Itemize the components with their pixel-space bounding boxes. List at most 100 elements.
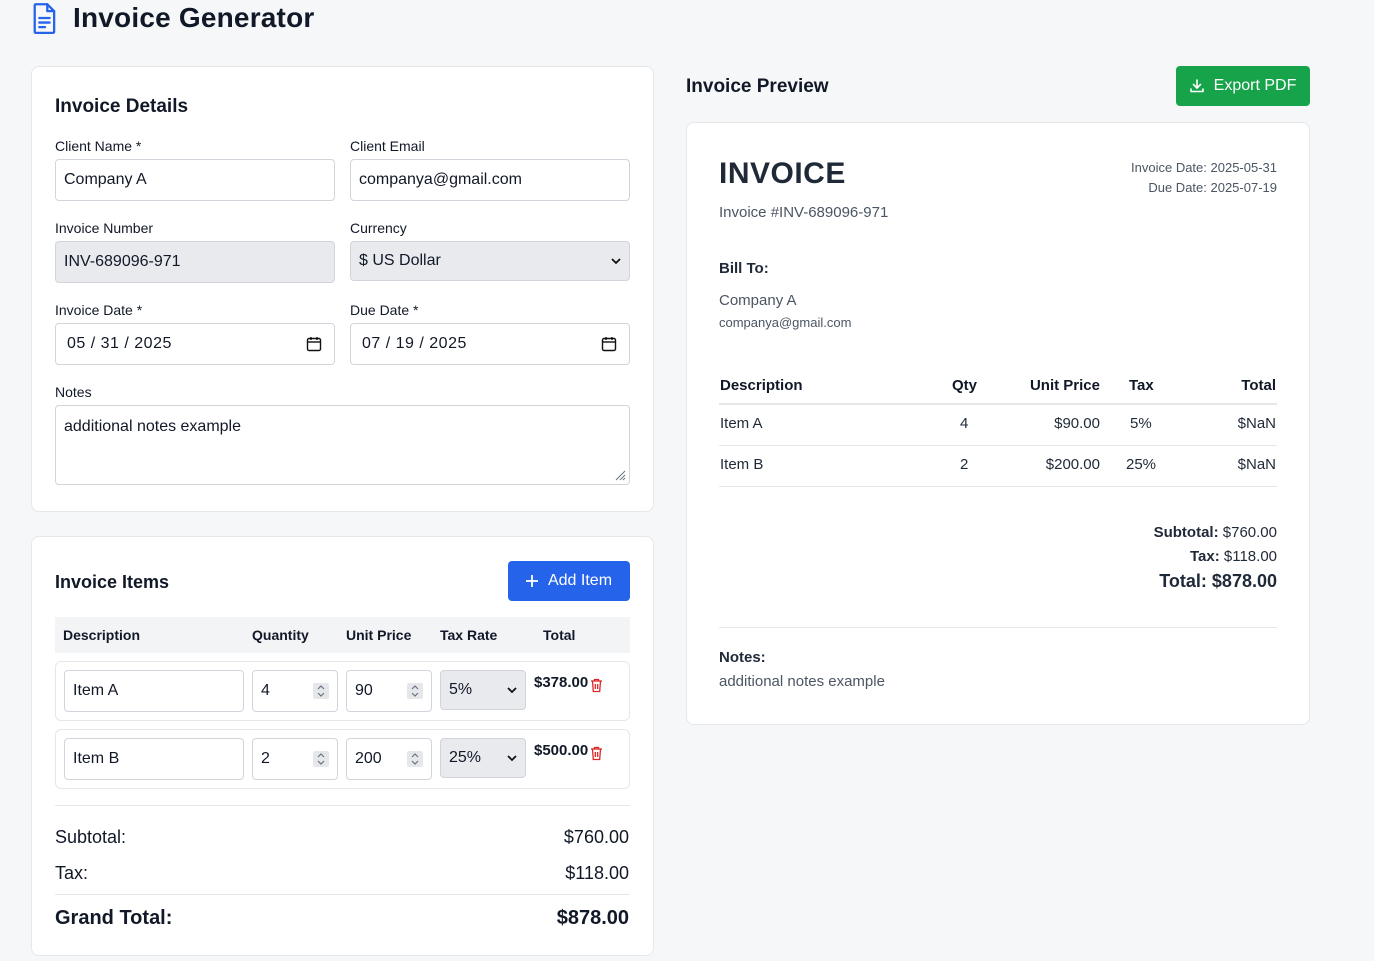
client-name-value: Company A bbox=[64, 171, 147, 188]
trash-icon[interactable] bbox=[590, 678, 603, 693]
export-pdf-label: Export PDF bbox=[1213, 77, 1297, 94]
trash-icon[interactable] bbox=[590, 746, 603, 761]
preview-notes-divider bbox=[719, 627, 1277, 628]
due-date-input[interactable]: 07 / 19 / 2025 bbox=[350, 323, 630, 365]
item-description-value: Item B bbox=[73, 750, 120, 767]
invoice-number-value: INV-689096-971 bbox=[64, 253, 181, 270]
preview-row-total: $NaN bbox=[1237, 456, 1276, 473]
currency-select[interactable]: $ US Dollar bbox=[350, 241, 630, 281]
items-title: Invoice Items bbox=[55, 572, 170, 592]
client-email-label: Client Email bbox=[350, 138, 425, 154]
header-quantity: Quantity bbox=[252, 627, 309, 643]
currency-value: $ US Dollar bbox=[359, 252, 441, 269]
bill-to-email: companya@gmail.com bbox=[719, 315, 852, 330]
invoice-title: INVOICE bbox=[719, 157, 846, 190]
item-unit-price-input[interactable]: 90 bbox=[346, 670, 432, 712]
header-total: Total bbox=[543, 627, 576, 643]
quantity-stepper[interactable] bbox=[313, 683, 329, 699]
notes-value: additional notes example bbox=[64, 418, 242, 435]
client-email-input[interactable]: companya@gmail.com bbox=[350, 159, 630, 201]
item-quantity-input[interactable]: 2 bbox=[252, 738, 338, 780]
download-icon bbox=[1189, 79, 1204, 93]
preview-subtotal-label: Subtotal: bbox=[1153, 524, 1219, 541]
invoice-number-label: Invoice Number bbox=[55, 220, 154, 236]
preview-items-table: Description Qty Unit Price Tax Total Ite… bbox=[719, 367, 1277, 487]
item-total: $500.00 bbox=[534, 742, 589, 759]
preview-tax-value: $118.00 bbox=[1223, 548, 1277, 565]
item-row: Item B 2 200 25% $500.00 bbox=[55, 729, 630, 789]
preview-notes-text: additional notes example bbox=[719, 673, 885, 690]
preview-dates: Invoice Date: 2025-05-31 Due Date: 2025-… bbox=[1131, 158, 1277, 198]
preview-subtotal-value: $760.00 bbox=[1222, 524, 1277, 541]
preview-total-label: Total: bbox=[1159, 571, 1207, 591]
document-icon bbox=[31, 2, 59, 34]
preview-row-unit-price: $200.00 bbox=[1045, 456, 1100, 473]
preview-total-value: $878.00 bbox=[1211, 571, 1277, 591]
item-tax-rate-select[interactable]: 25% bbox=[440, 738, 526, 778]
add-item-label: Add Item bbox=[547, 572, 613, 589]
details-title: Invoice Details bbox=[55, 96, 189, 117]
items-table-header: Description Quantity Unit Price Tax Rate… bbox=[55, 617, 630, 653]
preview-row-qty: 2 bbox=[960, 456, 969, 473]
calendar-icon[interactable] bbox=[306, 336, 322, 352]
item-tax-rate-select[interactable]: 5% bbox=[440, 670, 526, 710]
due-date-value: 07 / 19 / 2025 bbox=[362, 335, 467, 352]
item-tax-rate-value: 25% bbox=[449, 749, 482, 766]
notes-label: Notes bbox=[55, 384, 92, 400]
resize-handle-icon[interactable] bbox=[614, 469, 626, 481]
preview-row-tax: 5% bbox=[1130, 415, 1152, 432]
export-pdf-button[interactable]: Export PDF bbox=[1176, 66, 1310, 106]
preview-header-tax: Tax bbox=[1129, 377, 1154, 394]
item-unit-price-value: 90 bbox=[355, 682, 373, 699]
item-unit-price-input[interactable]: 200 bbox=[346, 738, 432, 780]
subtotal-label: Subtotal: bbox=[55, 827, 127, 847]
summary-divider bbox=[55, 805, 630, 806]
grand-total-value: $878.00 bbox=[556, 907, 629, 929]
invoice-preview-card: INVOICE Invoice #INV-689096-971 Invoice … bbox=[686, 122, 1310, 725]
invoice-date-label: Invoice Date * bbox=[55, 302, 143, 318]
preview-invoice-number: Invoice #INV-689096-971 bbox=[719, 204, 889, 221]
app-title: Invoice Generator bbox=[73, 2, 315, 33]
invoice-number-input: INV-689096-971 bbox=[55, 241, 335, 283]
preview-row-unit-price: $90.00 bbox=[1054, 415, 1100, 432]
preview-row-description: Item A bbox=[720, 415, 763, 432]
preview-table-row: Item A 4 $90.00 5% $NaN bbox=[719, 405, 1277, 446]
chevron-down-icon bbox=[507, 755, 517, 762]
bill-to-name: Company A bbox=[719, 292, 797, 309]
item-quantity-value: 4 bbox=[261, 682, 270, 699]
unit-price-stepper[interactable] bbox=[407, 751, 423, 767]
calendar-icon[interactable] bbox=[601, 336, 617, 352]
preview-subtotal: Subtotal: $760.00 bbox=[1154, 524, 1277, 541]
preview-row-qty: 4 bbox=[960, 415, 969, 432]
preview-table-row: Item B 2 $200.00 25% $NaN bbox=[719, 446, 1277, 487]
client-email-value: companya@gmail.com bbox=[359, 171, 522, 188]
invoice-date-input[interactable]: 05 / 31 / 2025 bbox=[55, 323, 335, 365]
quantity-stepper[interactable] bbox=[313, 751, 329, 767]
bill-to-label: Bill To: bbox=[719, 260, 769, 277]
item-total: $378.00 bbox=[534, 674, 589, 691]
item-description-input[interactable]: Item A bbox=[64, 670, 244, 712]
item-quantity-input[interactable]: 4 bbox=[252, 670, 338, 712]
unit-price-stepper[interactable] bbox=[407, 683, 423, 699]
item-quantity-value: 2 bbox=[261, 750, 270, 767]
item-tax-rate-value: 5% bbox=[449, 681, 473, 698]
due-date-label: Due Date * bbox=[350, 302, 419, 318]
header-tax-rate: Tax Rate bbox=[440, 627, 498, 643]
preview-total: Total: $878.00 bbox=[1159, 571, 1277, 592]
item-unit-price-value: 200 bbox=[355, 750, 382, 767]
preview-header-total: Total bbox=[1241, 377, 1276, 394]
add-item-button[interactable]: Add Item bbox=[508, 561, 630, 601]
invoice-details-card: Invoice Details Client Name * Company A … bbox=[31, 66, 654, 512]
item-description-input[interactable]: Item B bbox=[64, 738, 244, 780]
client-name-input[interactable]: Company A bbox=[55, 159, 335, 201]
plus-icon bbox=[525, 575, 538, 587]
subtotal-value: $760.00 bbox=[563, 827, 629, 847]
header-unit-price: Unit Price bbox=[346, 627, 412, 643]
item-row: Item A 4 90 5% $378.00 bbox=[55, 661, 630, 721]
grand-total-label: Grand Total: bbox=[55, 907, 173, 929]
preview-header-unit-price: Unit Price bbox=[1029, 377, 1100, 394]
currency-label: Currency bbox=[350, 220, 407, 236]
notes-textarea[interactable]: additional notes example bbox=[55, 405, 630, 485]
tax-label: Tax: bbox=[55, 863, 89, 883]
chevron-down-icon bbox=[507, 687, 517, 694]
